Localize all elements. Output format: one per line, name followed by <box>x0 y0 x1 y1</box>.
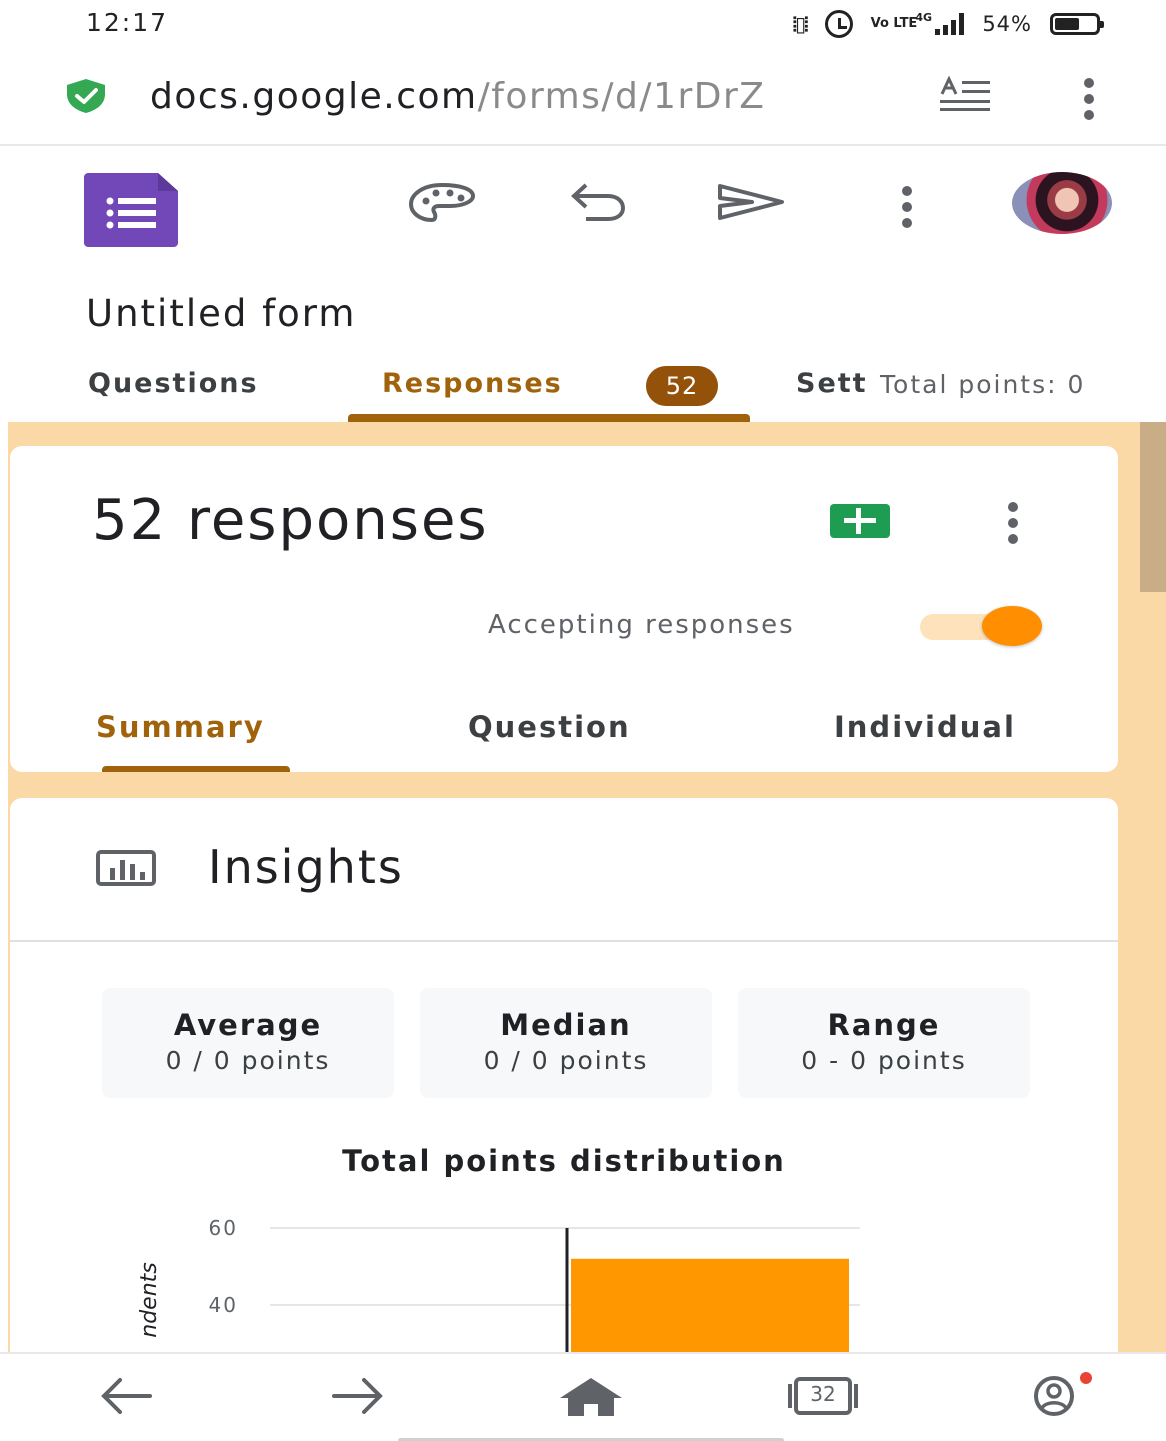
form-title[interactable]: Untitled form <box>86 292 356 335</box>
stat-value: 0 - 0 points <box>801 1046 967 1075</box>
browser-menu-icon[interactable] <box>1084 78 1094 120</box>
status-time: 12:17 <box>86 8 169 37</box>
stat-label: Average <box>173 1008 323 1042</box>
undo-icon[interactable] <box>568 182 626 222</box>
points-distribution-chart: ndents 60 40 <box>137 1216 860 1352</box>
stat-range: Range 0 - 0 points <box>738 988 1030 1098</box>
scrollbar[interactable] <box>1140 422 1166 592</box>
tab-responses[interactable]: Responses <box>382 368 563 399</box>
responses-count-badge: 52 <box>646 366 718 406</box>
more-vert-icon[interactable] <box>902 186 912 228</box>
tabs-switcher[interactable]: 32 <box>784 1376 862 1420</box>
insights-header: Insights <box>10 798 1118 942</box>
forward-arrow-icon[interactable] <box>330 1376 386 1416</box>
stat-value: 0 / 0 points <box>483 1046 649 1075</box>
bar[interactable] <box>571 1258 849 1352</box>
url-host: docs.google.com <box>150 76 478 117</box>
vibrate-icon: ⦙▯⦙ <box>792 12 809 36</box>
responses-summary-card: 52 responses Accepting responses Summary… <box>10 446 1118 772</box>
volte-icon: Vo LTE <box>870 16 918 31</box>
tab-question[interactable]: Question <box>468 710 631 744</box>
alarm-icon <box>824 10 853 38</box>
palette-icon[interactable] <box>408 182 476 224</box>
accepting-responses-toggle[interactable] <box>920 606 1042 646</box>
battery-icon <box>1050 13 1104 35</box>
google-forms-icon[interactable] <box>84 173 178 247</box>
bar-chart-icon <box>96 850 156 886</box>
responses-count: 52 responses <box>92 488 489 553</box>
chart-title: Total points distribution <box>342 1144 786 1178</box>
home-icon[interactable] <box>558 1376 624 1416</box>
battery-percent: 54% <box>982 12 1032 36</box>
reader-mode-icon[interactable] <box>938 76 994 112</box>
y-tick-label: 60 <box>209 1216 238 1240</box>
tabs-count: 32 <box>810 1382 836 1406</box>
browser-bottom-nav: 32 <box>0 1352 1166 1441</box>
stat-average: Average 0 / 0 points <box>102 988 394 1098</box>
active-tab-indicator <box>348 414 750 422</box>
sheets-icon[interactable] <box>830 504 890 538</box>
accepting-responses-label: Accepting responses <box>488 610 795 640</box>
active-subtab-indicator <box>102 766 290 772</box>
url-path: /forms/d/1rDrZ <box>477 76 766 117</box>
insights-title: Insights <box>208 840 404 894</box>
responses-content[interactable]: 52 responses Accepting responses Summary… <box>8 422 1166 1352</box>
browser-url-bar: docs.google.com/forms/d/1rDrZ <box>0 50 1166 146</box>
tab-summary[interactable]: Summary <box>96 710 265 744</box>
back-arrow-icon[interactable] <box>98 1376 154 1416</box>
status-bar: 12:17 ⦙▯⦙ Vo LTE 4G 54% <box>0 0 1166 50</box>
stat-label: Range <box>827 1008 941 1042</box>
stat-median: Median 0 / 0 points <box>420 988 712 1098</box>
tab-individual[interactable]: Individual <box>834 710 1016 744</box>
url-text[interactable]: docs.google.com/forms/d/1rDrZ <box>150 76 902 117</box>
network-type: 4G <box>915 11 932 24</box>
avatar[interactable] <box>1012 172 1112 234</box>
forms-toolbar <box>0 148 1166 268</box>
account-icon[interactable] <box>1022 1370 1094 1416</box>
tab-settings[interactable]: Sett <box>796 368 868 399</box>
toggle-knob <box>982 606 1042 646</box>
shield-check-icon <box>67 79 105 113</box>
stat-label: Median <box>500 1008 632 1042</box>
total-points: Total points: 0 <box>880 370 1086 399</box>
y-axis-label: ndents <box>137 1262 162 1337</box>
insights-card: Insights Average 0 / 0 points Median 0 /… <box>10 798 1118 1352</box>
tab-questions[interactable]: Questions <box>88 368 259 399</box>
signal-icon: 4G <box>915 11 965 35</box>
send-icon[interactable] <box>716 182 786 222</box>
y-tick-label: 40 <box>209 1293 238 1317</box>
stat-value: 0 / 0 points <box>165 1046 331 1075</box>
more-vert-icon[interactable] <box>1008 502 1018 544</box>
main-tabs: Questions Responses 52 Sett Total points… <box>0 352 1166 422</box>
status-icons: ⦙▯⦙ Vo LTE 4G 54% <box>792 10 1104 38</box>
